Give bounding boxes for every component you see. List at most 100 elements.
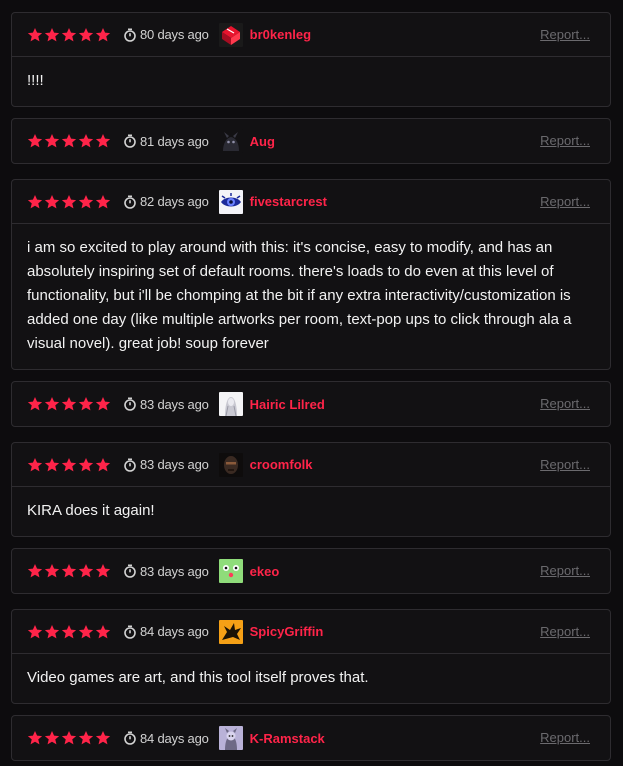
time-ago-text: 80 days ago	[140, 27, 209, 42]
star-rating	[27, 457, 111, 473]
star-icon	[44, 27, 60, 41]
star-icon	[95, 194, 111, 208]
review-header: 84 days ago SpicyGriffin Report...	[12, 610, 610, 654]
star-icon	[44, 457, 60, 471]
review-header: 83 days ago ekeo Report...	[12, 549, 610, 593]
report-link[interactable]: Report...	[540, 27, 590, 42]
star-icon	[78, 624, 94, 638]
star-icon	[61, 564, 77, 578]
report-link[interactable]: Report...	[540, 457, 590, 472]
review-card: 84 days ago K-Ramstack Report...	[11, 715, 611, 761]
star-icon	[78, 457, 94, 471]
star-icon	[27, 194, 43, 208]
username-link[interactable]: br0kenleg	[250, 27, 311, 42]
star-icon	[95, 457, 111, 471]
star-icon	[95, 731, 111, 745]
stopwatch-icon	[124, 564, 136, 578]
review-text: i am so excited to play around with this…	[27, 239, 572, 352]
white-haired-figure-avatar-icon[interactable]	[218, 392, 243, 416]
lavender-creature-avatar-icon[interactable]	[218, 726, 243, 750]
star-icon	[95, 27, 111, 41]
star-icon	[27, 134, 43, 148]
star-icon	[78, 27, 94, 41]
review-timestamp: 84 days ago	[123, 624, 209, 639]
report-link[interactable]: Report...	[540, 194, 590, 209]
username-link[interactable]: Aug	[250, 134, 275, 149]
star-icon	[61, 457, 77, 471]
review-timestamp: 82 days ago	[123, 194, 209, 209]
star-icon	[44, 134, 60, 148]
time-ago-text: 83 days ago	[140, 457, 209, 472]
review-text: Video games are art, and this tool itsel…	[27, 669, 369, 686]
username-link[interactable]: K-Ramstack	[250, 731, 325, 746]
review-text: !!!!	[27, 72, 44, 89]
report-link[interactable]: Report...	[540, 563, 590, 578]
star-rating	[27, 133, 111, 149]
star-icon	[27, 457, 43, 471]
time-ago-text: 81 days ago	[140, 133, 209, 149]
review-card: 83 days ago Hairic Lilred Report...	[11, 381, 611, 427]
review-timestamp: 83 days ago	[123, 397, 209, 412]
star-icon	[61, 134, 77, 148]
review-card: 81 days ago Aug Report...	[11, 118, 611, 164]
username-link[interactable]: fivestarcrest	[250, 194, 327, 209]
star-rating	[27, 563, 111, 579]
star-icon	[61, 397, 77, 411]
star-icon	[27, 624, 43, 638]
dark-face-avatar-icon[interactable]	[218, 452, 243, 477]
review-header: 84 days ago K-Ramstack Report...	[12, 716, 610, 760]
star-icon	[78, 194, 94, 208]
star-icon	[78, 397, 94, 411]
dark-creature-avatar-icon[interactable]	[218, 129, 243, 153]
review-card: 83 days ago ekeo Report...	[11, 548, 611, 594]
blue-eye-avatar-icon[interactable]	[218, 189, 243, 214]
review-timestamp: 81 days ago	[123, 134, 209, 149]
username-link[interactable]: croomfolk	[250, 457, 313, 472]
star-icon	[44, 731, 60, 745]
star-icon	[27, 564, 43, 578]
stopwatch-icon	[124, 134, 136, 148]
star-rating	[27, 396, 111, 412]
star-icon	[95, 564, 111, 578]
star-icon	[61, 624, 77, 638]
star-icon	[61, 27, 77, 41]
star-icon	[44, 624, 60, 638]
time-ago-text: 83 days ago	[140, 563, 209, 579]
review-card: 82 days ago fivestarcrest Report... i am…	[11, 179, 611, 370]
time-ago-text: 84 days ago	[140, 730, 209, 746]
review-card: 80 days ago br0kenleg Report... !!!!	[11, 12, 611, 107]
time-ago-text: 82 days ago	[140, 194, 209, 209]
stopwatch-icon	[124, 458, 136, 472]
report-link[interactable]: Report...	[540, 624, 590, 639]
star-icon	[61, 194, 77, 208]
stopwatch-icon	[124, 28, 136, 42]
review-card: 84 days ago SpicyGriffin Report... Video…	[11, 609, 611, 704]
star-rating	[27, 730, 111, 746]
star-icon	[78, 564, 94, 578]
green-frog-avatar-icon[interactable]	[218, 559, 243, 583]
stopwatch-icon	[124, 625, 136, 639]
username-link[interactable]: ekeo	[250, 564, 280, 579]
review-header: 83 days ago croomfolk Report...	[12, 443, 610, 487]
orange-griffin-avatar-icon[interactable]	[218, 619, 243, 644]
star-icon	[78, 134, 94, 148]
star-icon	[61, 731, 77, 745]
review-header: 80 days ago br0kenleg Report...	[12, 13, 610, 57]
review-header: 81 days ago Aug Report...	[12, 119, 610, 163]
review-header: 83 days ago Hairic Lilred Report...	[12, 382, 610, 426]
star-icon	[27, 397, 43, 411]
username-link[interactable]: SpicyGriffin	[250, 624, 324, 639]
report-link[interactable]: Report...	[540, 133, 590, 148]
report-link[interactable]: Report...	[540, 730, 590, 745]
star-icon	[95, 624, 111, 638]
review-timestamp: 80 days ago	[123, 27, 209, 42]
review-timestamp: 83 days ago	[123, 564, 209, 579]
time-ago-text: 83 days ago	[140, 396, 209, 412]
star-icon	[44, 564, 60, 578]
report-link[interactable]: Report...	[540, 396, 590, 411]
username-link[interactable]: Hairic Lilred	[250, 397, 325, 412]
review-timestamp: 84 days ago	[123, 731, 209, 746]
stopwatch-icon	[124, 731, 136, 745]
red-cube-avatar-icon[interactable]	[218, 22, 243, 47]
star-rating	[27, 194, 111, 210]
